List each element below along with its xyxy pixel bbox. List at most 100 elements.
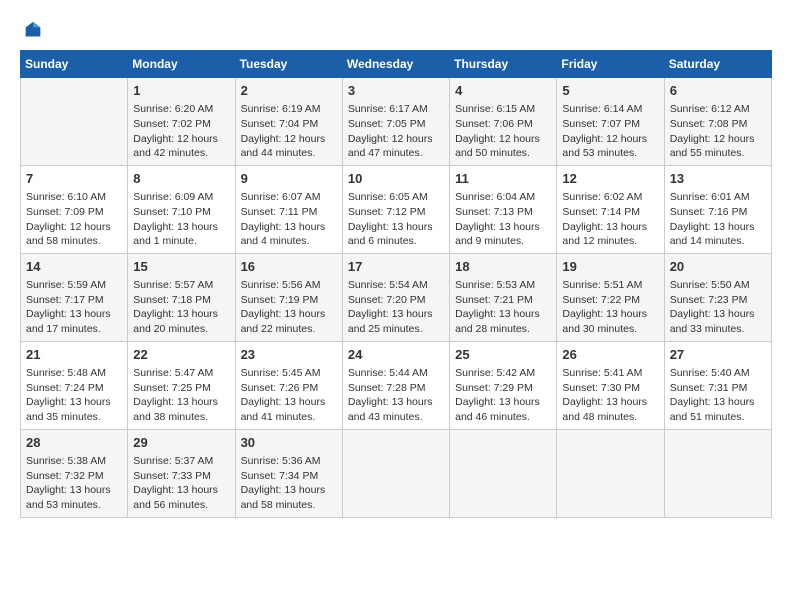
calendar-cell: 17 Sunrise: 5:54 AM Sunset: 7:20 PM Dayli… [342,253,449,341]
calendar-cell: 3 Sunrise: 6:17 AM Sunset: 7:05 PM Daylig… [342,78,449,166]
calendar-cell: 21 Sunrise: 5:48 AM Sunset: 7:24 PM Dayli… [21,341,128,429]
calendar-week-row: 21 Sunrise: 5:48 AM Sunset: 7:24 PM Dayli… [21,341,772,429]
weekday-header-thursday: Thursday [450,51,557,78]
cell-content: Sunrise: 5:59 AM Sunset: 7:17 PM Dayligh… [26,278,122,337]
day-number: 17 [348,258,444,276]
day-number: 11 [455,170,551,188]
calendar-cell: 25Sunrise: 5:42 AM Sunset: 7:29 PM Dayli… [450,341,557,429]
day-number: 30 [241,434,337,452]
cell-content: Sunrise: 6:15 AM Sunset: 7:06 PM Dayligh… [455,102,551,161]
cell-content: Sunrise: 5:50 AM Sunset: 7:23 PM Dayligh… [670,278,766,337]
calendar-header: SundayMondayTuesdayWednesdayThursdayFrid… [21,51,772,78]
day-number: 3 [348,82,444,100]
cell-content: Sunrise: 6:17 AM Sunset: 7:05 PM Dayligh… [348,102,444,161]
cell-content: Sunrise: 5:51 AM Sunset: 7:22 PM Dayligh… [562,278,658,337]
cell-content: Sunrise: 6:09 AM Sunset: 7:10 PM Dayligh… [133,190,229,249]
calendar-cell: 5 Sunrise: 6:14 AM Sunset: 7:07 PM Daylig… [557,78,664,166]
day-number: 14 [26,258,122,276]
calendar-cell [664,429,771,517]
calendar-cell: 2 Sunrise: 6:19 AM Sunset: 7:04 PM Daylig… [235,78,342,166]
day-number: 9 [241,170,337,188]
weekday-header-saturday: Saturday [664,51,771,78]
cell-content: Sunrise: 5:53 AM Sunset: 7:21 PM Dayligh… [455,278,551,337]
day-number: 2 [241,82,337,100]
cell-content: Sunrise: 5:44 AM Sunset: 7:28 PM Dayligh… [348,366,444,425]
day-number: 23 [241,346,337,364]
calendar-cell: 12 Sunrise: 6:02 AM Sunset: 7:14 PM Dayli… [557,165,664,253]
cell-content: Sunrise: 6:04 AM Sunset: 7:13 PM Dayligh… [455,190,551,249]
calendar-cell: 20 Sunrise: 5:50 AM Sunset: 7:23 PM Dayli… [664,253,771,341]
day-number: 19 [562,258,658,276]
weekday-header-monday: Monday [128,51,235,78]
day-number: 8 [133,170,229,188]
calendar-cell: 26Sunrise: 5:41 AM Sunset: 7:30 PM Dayli… [557,341,664,429]
cell-content: Sunrise: 6:05 AM Sunset: 7:12 PM Dayligh… [348,190,444,249]
day-number: 28 [26,434,122,452]
cell-content: Sunrise: 6:01 AM Sunset: 7:16 PM Dayligh… [670,190,766,249]
cell-content: Sunrise: 5:48 AM Sunset: 7:24 PM Dayligh… [26,366,122,425]
day-number: 29 [133,434,229,452]
day-number: 24 [348,346,444,364]
calendar-cell: 22Sunrise: 5:47 AM Sunset: 7:25 PM Dayli… [128,341,235,429]
calendar-cell: 13 Sunrise: 6:01 AM Sunset: 7:16 PM Dayli… [664,165,771,253]
day-number: 7 [26,170,122,188]
day-number: 4 [455,82,551,100]
day-number: 13 [670,170,766,188]
day-number: 27 [670,346,766,364]
calendar-cell: 7 Sunrise: 6:10 AM Sunset: 7:09 PM Daylig… [21,165,128,253]
cell-content: Sunrise: 5:57 AM Sunset: 7:18 PM Dayligh… [133,278,229,337]
cell-content: Sunrise: 5:37 AM Sunset: 7:33 PM Dayligh… [133,454,229,513]
calendar-cell: 1 Sunrise: 6:20 AM Sunset: 7:02 PM Daylig… [128,78,235,166]
cell-content: Sunrise: 6:19 AM Sunset: 7:04 PM Dayligh… [241,102,337,161]
calendar-cell: 18 Sunrise: 5:53 AM Sunset: 7:21 PM Dayli… [450,253,557,341]
weekday-header-sunday: Sunday [21,51,128,78]
calendar-cell [342,429,449,517]
cell-content: Sunrise: 5:54 AM Sunset: 7:20 PM Dayligh… [348,278,444,337]
day-number: 20 [670,258,766,276]
page-header [20,20,772,42]
logo-icon [22,20,44,42]
calendar-cell: 14 Sunrise: 5:59 AM Sunset: 7:17 PM Dayli… [21,253,128,341]
calendar-cell: 9 Sunrise: 6:07 AM Sunset: 7:11 PM Daylig… [235,165,342,253]
calendar-cell: 11 Sunrise: 6:04 AM Sunset: 7:13 PM Dayli… [450,165,557,253]
weekday-header-wednesday: Wednesday [342,51,449,78]
calendar-cell: 15 Sunrise: 5:57 AM Sunset: 7:18 PM Dayli… [128,253,235,341]
calendar-cell: 23Sunrise: 5:45 AM Sunset: 7:26 PM Dayli… [235,341,342,429]
cell-content: Sunrise: 5:47 AM Sunset: 7:25 PM Dayligh… [133,366,229,425]
day-number: 5 [562,82,658,100]
weekday-header-row: SundayMondayTuesdayWednesdayThursdayFrid… [21,51,772,78]
calendar-cell: 10Sunrise: 6:05 AM Sunset: 7:12 PM Dayli… [342,165,449,253]
calendar-cell: 30 Sunrise: 5:36 AM Sunset: 7:34 PM Dayli… [235,429,342,517]
calendar-cell [557,429,664,517]
cell-content: Sunrise: 5:36 AM Sunset: 7:34 PM Dayligh… [241,454,337,513]
calendar-cell: 19 Sunrise: 5:51 AM Sunset: 7:22 PM Dayli… [557,253,664,341]
day-number: 15 [133,258,229,276]
calendar-cell: 24 Sunrise: 5:44 AM Sunset: 7:28 PM Dayli… [342,341,449,429]
day-number: 1 [133,82,229,100]
weekday-header-tuesday: Tuesday [235,51,342,78]
day-number: 18 [455,258,551,276]
calendar-cell: 27Sunrise: 5:40 AM Sunset: 7:31 PM Dayli… [664,341,771,429]
calendar-cell: 8 Sunrise: 6:09 AM Sunset: 7:10 PM Daylig… [128,165,235,253]
cell-content: Sunrise: 6:12 AM Sunset: 7:08 PM Dayligh… [670,102,766,161]
cell-content: Sunrise: 6:02 AM Sunset: 7:14 PM Dayligh… [562,190,658,249]
cell-content: Sunrise: 6:14 AM Sunset: 7:07 PM Dayligh… [562,102,658,161]
calendar-week-row: 1 Sunrise: 6:20 AM Sunset: 7:02 PM Daylig… [21,78,772,166]
day-number: 25 [455,346,551,364]
day-number: 12 [562,170,658,188]
cell-content: Sunrise: 5:56 AM Sunset: 7:19 PM Dayligh… [241,278,337,337]
cell-content: Sunrise: 6:07 AM Sunset: 7:11 PM Dayligh… [241,190,337,249]
calendar-week-row: 28Sunrise: 5:38 AM Sunset: 7:32 PM Dayli… [21,429,772,517]
calendar-week-row: 7 Sunrise: 6:10 AM Sunset: 7:09 PM Daylig… [21,165,772,253]
calendar-cell [450,429,557,517]
calendar-table: SundayMondayTuesdayWednesdayThursdayFrid… [20,50,772,518]
calendar-cell: 16Sunrise: 5:56 AM Sunset: 7:19 PM Dayli… [235,253,342,341]
cell-content: Sunrise: 6:10 AM Sunset: 7:09 PM Dayligh… [26,190,122,249]
calendar-cell: 29 Sunrise: 5:37 AM Sunset: 7:33 PM Dayli… [128,429,235,517]
day-number: 26 [562,346,658,364]
calendar-cell: 6Sunrise: 6:12 AM Sunset: 7:08 PM Daylig… [664,78,771,166]
logo [20,20,44,42]
day-number: 21 [26,346,122,364]
cell-content: Sunrise: 6:20 AM Sunset: 7:02 PM Dayligh… [133,102,229,161]
weekday-header-friday: Friday [557,51,664,78]
